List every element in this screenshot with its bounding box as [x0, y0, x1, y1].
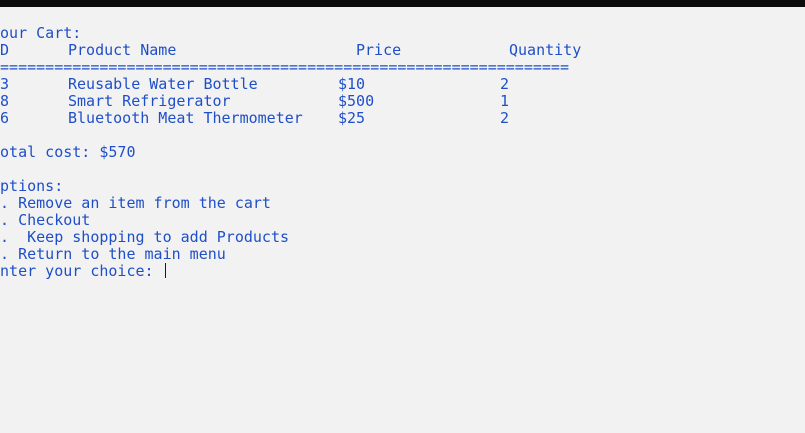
- text-cursor[interactable]: [164, 263, 166, 278]
- row-product-name: Bluetooth Meat Thermometer: [68, 109, 303, 127]
- option-keep-shopping: 3. Keep shopping to add Products: [0, 228, 290, 246]
- header-quantity: Quantity: [509, 41, 582, 59]
- options-title: Options:: [0, 177, 64, 195]
- option-remove-item: 1. Remove an item from the cart: [0, 194, 271, 212]
- option-main-menu: 4. Return to the main menu: [0, 245, 226, 263]
- row-quantity: 1: [500, 92, 510, 110]
- table-row: 38 Smart Refrigerator $500 1: [0, 93, 805, 110]
- row-quantity: 2: [500, 109, 510, 127]
- choice-input-line[interactable]: Enter your choice:: [0, 263, 805, 280]
- cart-title: Your Cart:: [0, 25, 82, 42]
- row-price: $10: [338, 75, 366, 93]
- row-id: 38: [0, 92, 10, 110]
- option-checkout: 2. Checkout: [0, 211, 91, 229]
- console-output: Your Cart: ID Product Name Price Quantit…: [0, 25, 805, 425]
- row-product-name: Smart Refrigerator: [68, 92, 231, 110]
- cart-table-header: ID Product Name Price Quantity: [0, 42, 805, 59]
- row-id: 13: [0, 75, 10, 93]
- row-product-name: Reusable Water Bottle: [68, 75, 258, 93]
- table-row: 56 Bluetooth Meat Thermometer $25 2: [0, 110, 805, 127]
- header-price: Price: [356, 41, 402, 59]
- table-separator: ========================================…: [0, 58, 569, 76]
- header-id: ID: [0, 41, 10, 59]
- choice-prompt: Enter your choice:: [0, 262, 163, 280]
- row-id: 56: [0, 109, 10, 127]
- window-top-bar: [0, 0, 805, 7]
- row-price: $500: [338, 92, 375, 110]
- table-row: 13 Reusable Water Bottle $10 2: [0, 76, 805, 93]
- row-quantity: 2: [500, 75, 510, 93]
- total-cost: Total cost: $570: [0, 143, 136, 161]
- row-price: $25: [338, 109, 366, 127]
- header-product-name: Product Name: [68, 41, 177, 59]
